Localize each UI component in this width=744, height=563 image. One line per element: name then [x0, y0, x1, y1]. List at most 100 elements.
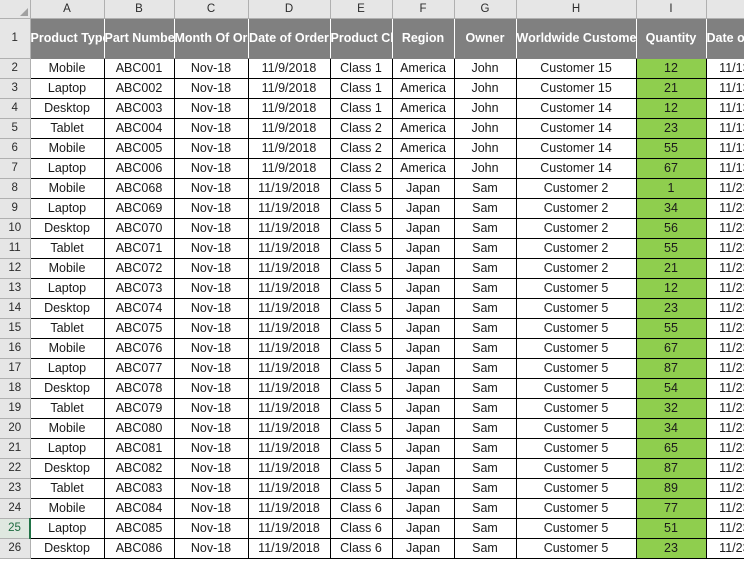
table-row[interactable]: 20 Mobile ABC080 Nov-18 11/19/2018 Class 5 Jap… — [0, 418, 744, 439]
worksheet-table[interactable]: ABCDEFGHIJ 1Product TypePart NumberMonth… — [0, 0, 744, 559]
data-cell[interactable]: 11/19/2018 — [248, 258, 331, 279]
table-row[interactable]: 13 Laptop ABC073 Nov-18 11/19/2018 Class 5 Jap… — [0, 278, 744, 299]
data-cell[interactable]: Customer 2 — [516, 198, 637, 219]
row-header-1[interactable]: 1 — [0, 18, 31, 59]
table-row[interactable]: 17 Laptop ABC077 Nov-18 11/19/2018 Class 5 Jap… — [0, 358, 744, 379]
data-cell[interactable]: John — [454, 158, 517, 179]
table-row[interactable]: 7 Laptop ABC006 Nov-18 11/9/2018 Class 2 Ameri… — [0, 158, 744, 179]
data-cell[interactable]: Customer 5 — [516, 518, 637, 539]
data-cell[interactable]: Japan — [392, 358, 455, 379]
data-cell[interactable]: Customer 5 — [516, 298, 637, 319]
data-cell[interactable]: Nov-18 — [174, 458, 249, 479]
data-cell[interactable]: Tablet — [29, 478, 105, 499]
data-cell[interactable]: Class 6 — [330, 498, 393, 519]
data-cell[interactable]: Tablet — [29, 318, 105, 339]
data-cell[interactable]: Nov-18 — [174, 478, 249, 499]
data-cell[interactable]: ABC001 — [104, 58, 175, 79]
data-cell[interactable]: Nov-18 — [174, 78, 249, 99]
column-header-d[interactable]: D — [248, 0, 331, 19]
data-cell[interactable]: ABC081 — [104, 438, 175, 459]
row-header-4[interactable]: 4 — [0, 98, 31, 119]
data-cell[interactable]: Class 6 — [330, 538, 393, 559]
data-cell[interactable]: Laptop — [29, 438, 105, 459]
data-cell[interactable]: 11/13/2018 — [706, 58, 744, 79]
data-cell[interactable]: Customer 2 — [516, 238, 637, 259]
data-cell[interactable]: ABC075 — [104, 318, 175, 339]
data-cell[interactable]: Sam — [454, 198, 517, 219]
data-cell[interactable]: Class 5 — [330, 318, 393, 339]
quantity-cell[interactable]: 67 — [636, 338, 707, 359]
column-header-e[interactable]: E — [330, 0, 393, 19]
data-cell[interactable]: 11/23/2018 — [706, 278, 744, 299]
quantity-cell[interactable]: 12 — [636, 278, 707, 299]
row-header-9[interactable]: 9 — [0, 198, 31, 219]
data-cell[interactable]: Sam — [454, 498, 517, 519]
data-cell[interactable]: 11/19/2018 — [248, 498, 331, 519]
data-cell[interactable]: 11/23/2018 — [706, 238, 744, 259]
data-cell[interactable]: Nov-18 — [174, 158, 249, 179]
data-cell[interactable]: Sam — [454, 318, 517, 339]
column-header-a[interactable]: A — [30, 0, 105, 19]
data-cell[interactable]: Sam — [454, 398, 517, 419]
data-cell[interactable]: Class 5 — [330, 478, 393, 499]
data-cell[interactable]: 11/19/2018 — [248, 338, 331, 359]
data-cell[interactable]: Class 5 — [330, 238, 393, 259]
data-cell[interactable]: ABC004 — [104, 118, 175, 139]
data-cell[interactable]: Nov-18 — [174, 318, 249, 339]
data-cell[interactable]: 11/19/2018 — [248, 398, 331, 419]
table-row[interactable]: 14 Desktop ABC074 Nov-18 11/19/2018 Class 5 Ja… — [0, 298, 744, 319]
row-header-16[interactable]: 16 — [0, 338, 31, 359]
data-cell[interactable]: 11/19/2018 — [248, 218, 331, 239]
data-cell[interactable]: 11/19/2018 — [248, 178, 331, 199]
data-cell[interactable]: Customer 15 — [516, 58, 637, 79]
row-header-5[interactable]: 5 — [0, 118, 31, 139]
data-cell[interactable]: Japan — [392, 518, 455, 539]
row-header-22[interactable]: 22 — [0, 458, 31, 479]
data-cell[interactable]: 11/19/2018 — [248, 198, 331, 219]
data-cell[interactable]: Nov-18 — [174, 298, 249, 319]
data-cell[interactable]: America — [392, 138, 455, 159]
data-cell[interactable]: Class 5 — [330, 458, 393, 479]
data-cell[interactable]: Customer 2 — [516, 258, 637, 279]
data-cell[interactable]: 11/9/2018 — [248, 138, 331, 159]
data-cell[interactable]: Japan — [392, 478, 455, 499]
data-cell[interactable]: Customer 14 — [516, 118, 637, 139]
data-cell[interactable]: John — [454, 78, 517, 99]
data-cell[interactable]: Nov-18 — [174, 258, 249, 279]
data-cell[interactable]: Japan — [392, 438, 455, 459]
data-cell[interactable]: 11/19/2018 — [248, 238, 331, 259]
table-row[interactable]: 12 Mobile ABC072 Nov-18 11/19/2018 Class 5 Jap… — [0, 258, 744, 279]
table-row[interactable]: 5 Tablet ABC004 Nov-18 11/9/2018 Class 2 Ameri… — [0, 118, 744, 139]
table-row[interactable]: 2 Mobile ABC001 Nov-18 11/9/2018 Class 1 Ameri… — [0, 58, 744, 79]
data-cell[interactable]: Nov-18 — [174, 58, 249, 79]
quantity-cell[interactable]: 87 — [636, 358, 707, 379]
data-cell[interactable]: Customer 5 — [516, 378, 637, 399]
data-cell[interactable]: Class 2 — [330, 158, 393, 179]
data-cell[interactable]: Mobile — [29, 138, 105, 159]
data-cell[interactable]: Nov-18 — [174, 198, 249, 219]
data-cell[interactable]: ABC078 — [104, 378, 175, 399]
data-cell[interactable]: 11/23/2018 — [706, 198, 744, 219]
data-cell[interactable]: Class 1 — [330, 58, 393, 79]
data-cell[interactable]: Nov-18 — [174, 178, 249, 199]
data-cell[interactable]: John — [454, 138, 517, 159]
data-cell[interactable]: ABC077 — [104, 358, 175, 379]
data-cell[interactable]: 11/19/2018 — [248, 478, 331, 499]
data-cell[interactable]: Sam — [454, 178, 517, 199]
data-cell[interactable]: Nov-18 — [174, 398, 249, 419]
data-cell[interactable]: ABC085 — [104, 518, 175, 539]
data-cell[interactable]: Tablet — [29, 238, 105, 259]
data-cell[interactable]: 11/23/2018 — [706, 338, 744, 359]
data-cell[interactable]: Desktop — [29, 378, 105, 399]
data-cell[interactable]: Customer 5 — [516, 318, 637, 339]
data-cell[interactable]: Customer 14 — [516, 98, 637, 119]
data-cell[interactable]: 11/9/2018 — [248, 158, 331, 179]
data-cell[interactable]: ABC006 — [104, 158, 175, 179]
data-cell[interactable]: Class 6 — [330, 518, 393, 539]
data-cell[interactable]: 11/23/2018 — [706, 298, 744, 319]
data-cell[interactable]: 11/13/2018 — [706, 158, 744, 179]
data-cell[interactable]: 11/19/2018 — [248, 318, 331, 339]
table-row[interactable]: 24 Mobile ABC084 Nov-18 11/19/2018 Class 6 Jap… — [0, 498, 744, 519]
column-header-i[interactable]: I — [636, 0, 707, 19]
table-row[interactable]: 23 Tablet ABC083 Nov-18 11/19/2018 Class 5 Jap… — [0, 478, 744, 499]
